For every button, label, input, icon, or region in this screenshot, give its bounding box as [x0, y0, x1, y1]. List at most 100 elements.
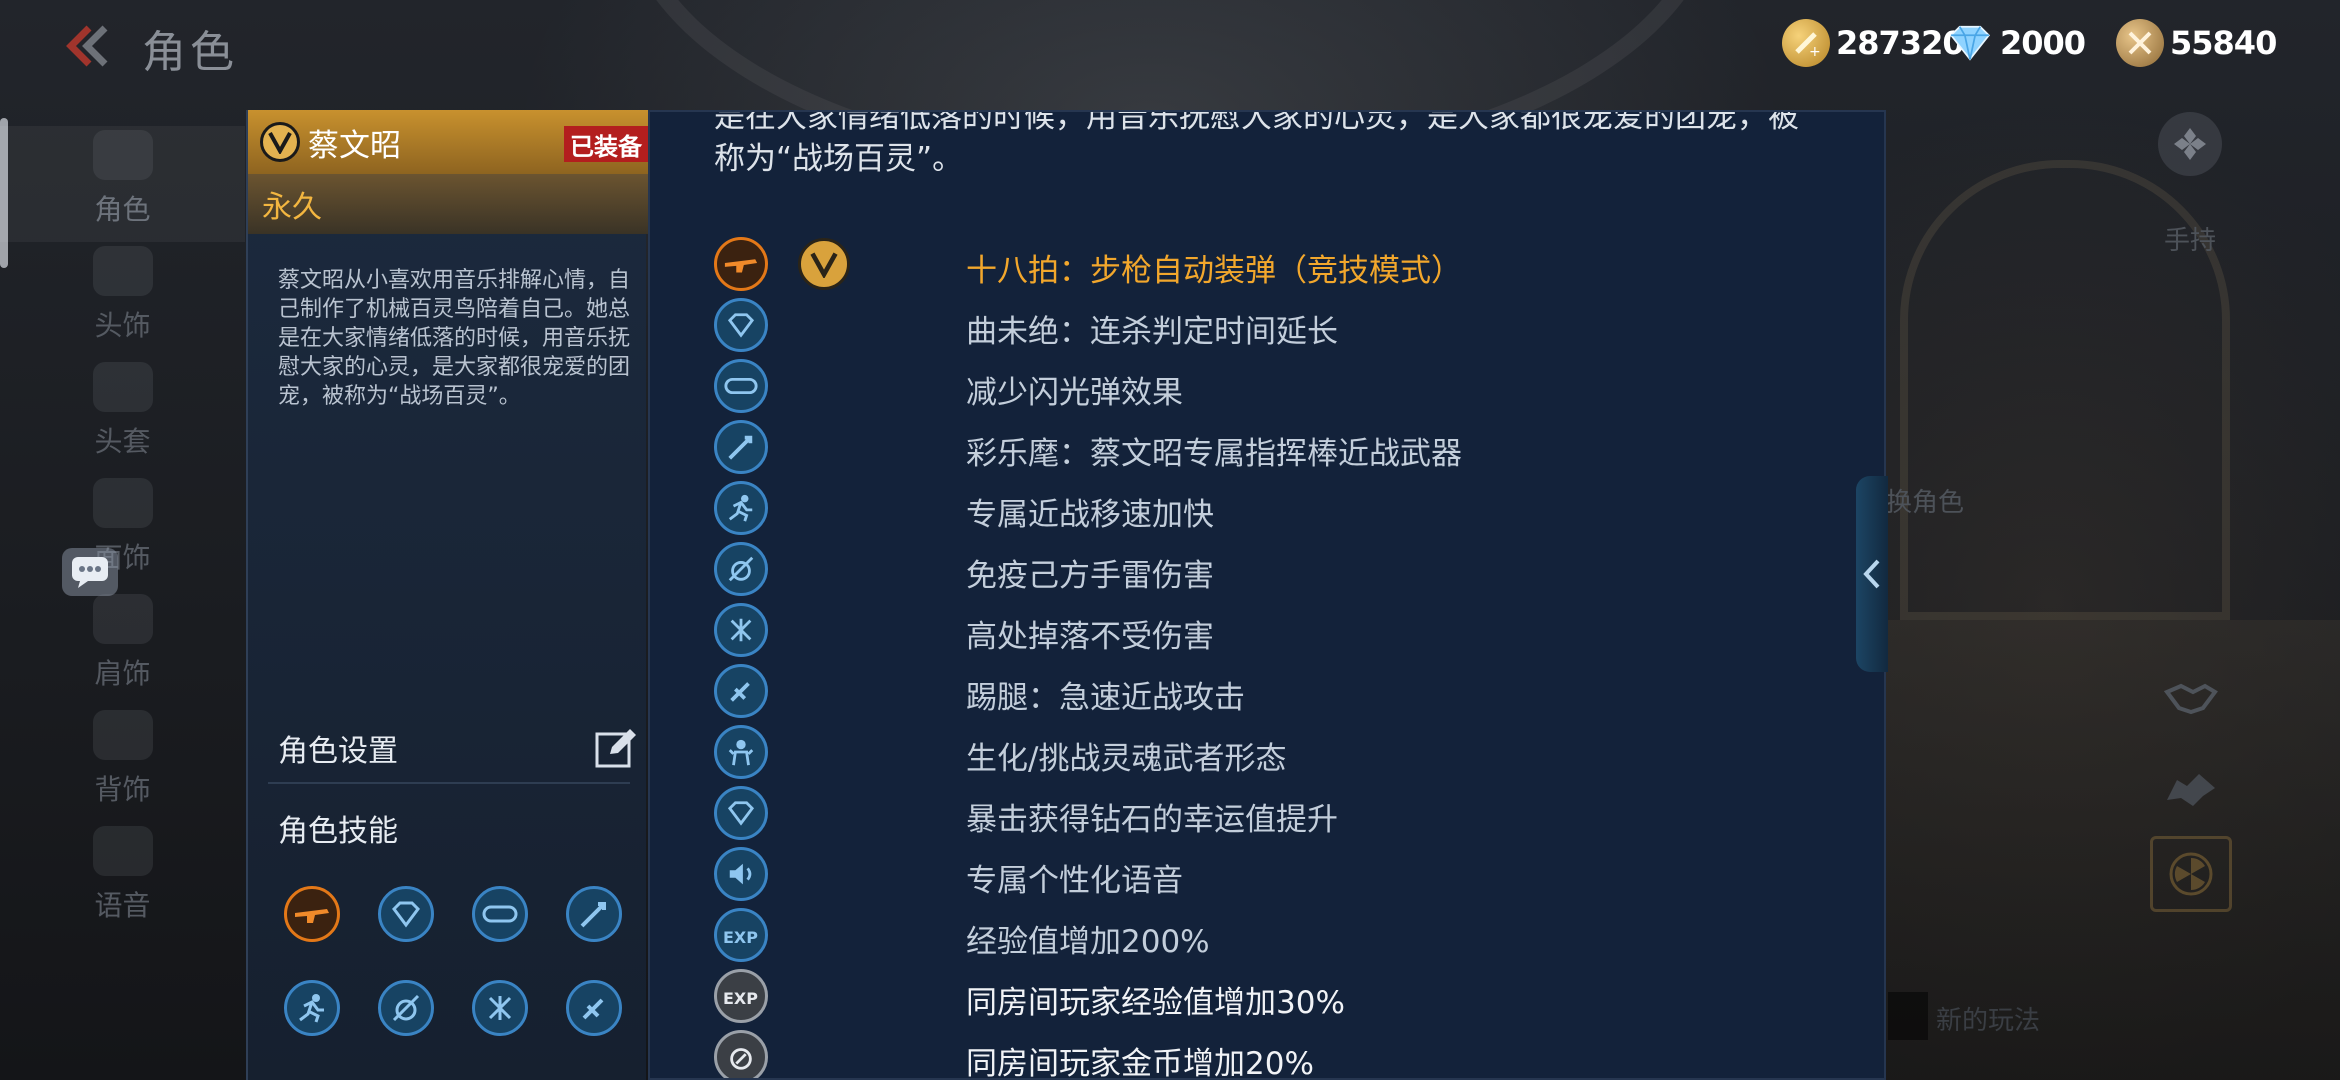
- diamond-icon: [1946, 19, 1994, 67]
- vip-v-icon: [798, 238, 850, 290]
- radiation-icon: [2169, 852, 2213, 896]
- gold-coin-icon: +: [1782, 19, 1830, 67]
- no-grenade-icon: [714, 542, 768, 596]
- shoulder-icon: [92, 594, 153, 644]
- skill-label: 同房间玩家金币增加20%: [966, 1046, 1314, 1080]
- gold-currency[interactable]: + 287320: [1782, 18, 1965, 68]
- skill-row: 生化/挑战灵魂武者形态: [714, 722, 1814, 782]
- gold-value: 287320: [1836, 24, 1965, 62]
- backpack-icon: [92, 710, 153, 760]
- spirit-warrior-icon: [714, 725, 768, 779]
- exp-icon: EXP: [714, 908, 768, 962]
- divider: [268, 782, 630, 784]
- skill-row: EXP 经验值增加200%: [714, 905, 1814, 965]
- nav-item-headgear[interactable]: 头套: [0, 358, 245, 474]
- nav-item-role[interactable]: 角色: [0, 126, 245, 242]
- svg-text:EXP: EXP: [723, 989, 758, 1008]
- main-description: 是在大家情绪低落的时候，用音乐抚慰大家的心灵，是大家都很宠爱的团宠，被称为“战场…: [714, 110, 1799, 177]
- skill-row: 免疫己方手雷伤害: [714, 539, 1814, 599]
- baton-icon: [714, 420, 768, 474]
- switch-role-label: 换角色: [1886, 488, 1965, 518]
- room-exp-icon: EXP: [714, 969, 768, 1023]
- skill-row: 专属近战移速加快: [714, 478, 1814, 538]
- nav-item-back[interactable]: 背饰: [0, 706, 245, 822]
- skills-detail-panel: 是在大家情绪低落的时候，用音乐抚慰大家的心灵，是大家都很宠爱的团宠，被称为“战场…: [648, 110, 1886, 1080]
- double-chevron-left-icon: [66, 25, 108, 67]
- skill-label: 同房间玩家经验值增加30%: [966, 985, 1345, 1021]
- bottom-dim-block: [1888, 992, 1928, 1040]
- nav-label: 头饰: [94, 309, 151, 342]
- edit-icon[interactable]: [594, 726, 638, 770]
- nav-label: 背饰: [94, 773, 151, 806]
- diamond-currency[interactable]: 2000: [1946, 18, 2086, 68]
- skill-row: 踢腿：急速近战攻击: [714, 661, 1814, 721]
- svg-text:+: +: [1809, 44, 1821, 60]
- nav-label: 角色: [94, 193, 151, 226]
- kick-icon: [714, 664, 768, 718]
- skill-row: 彩乐麾：蔡文昭专属指挥棒近战武器: [714, 417, 1814, 477]
- role-settings-row[interactable]: 角色设置: [278, 718, 638, 778]
- radiation-button[interactable]: [2150, 836, 2232, 912]
- skill-row: 曲未绝：连杀判定时间延长: [714, 295, 1814, 355]
- chat-bubble-icon: [72, 557, 108, 588]
- baton-icon[interactable]: [566, 886, 622, 942]
- nav-item-shoulder[interactable]: 肩饰: [0, 590, 245, 706]
- goggles-icon: [714, 359, 768, 413]
- diamond-sparkle-icon: [714, 298, 768, 352]
- skill-label: 专属个性化语音: [966, 863, 1183, 899]
- no-grenade-icon[interactable]: [378, 980, 434, 1036]
- skill-label: 彩乐麾：蔡文昭专属指挥棒近战武器: [966, 436, 1462, 472]
- page-title: 角色: [142, 27, 238, 78]
- headwear-icon: [92, 246, 153, 296]
- face-icon: [92, 478, 153, 528]
- skill-label: 生化/挑战灵魂武者形态: [966, 741, 1287, 777]
- nav-label: 头套: [94, 425, 151, 458]
- diamond-luck-icon: [714, 786, 768, 840]
- handshake-button[interactable]: [2150, 662, 2232, 738]
- gamepad-button[interactable]: [2158, 112, 2222, 176]
- skill-row: 同房间玩家金币增加20%: [714, 1027, 1814, 1080]
- mode-label: 新的玩法: [1936, 1006, 2041, 1036]
- room-gold-icon: [714, 1030, 768, 1078]
- diamond-sparkle-icon[interactable]: [378, 886, 434, 942]
- wolf-icon: [2167, 774, 2215, 806]
- collapse-panel-tab[interactable]: [1856, 476, 1888, 672]
- running-icon[interactable]: [284, 980, 340, 1036]
- skill-row: 十八拍：步枪自动装弹（竞技模式）: [714, 234, 1814, 294]
- rifle-icon[interactable]: [284, 886, 340, 942]
- nav-item-face[interactable]: 面饰: [0, 474, 245, 590]
- headgear-icon: [92, 362, 153, 412]
- honor-value: 55840: [2170, 24, 2277, 62]
- back-button[interactable]: [52, 18, 122, 74]
- character-info-panel: 蔡文昭 已装备 永久 蔡文昭从小喜欢用音乐排解心情，自己制作了机械百灵鸟陪着自己…: [246, 110, 648, 1080]
- role-skills-row: 角色技能: [278, 798, 638, 858]
- chat-button[interactable]: [62, 548, 118, 596]
- nav-label: 肩饰: [94, 657, 151, 690]
- character-name-header: 蔡文昭 已装备: [248, 110, 648, 174]
- kick-icon[interactable]: [566, 980, 622, 1036]
- category-nav: 角色 头饰 头套 面饰 肩饰 背饰 语音: [0, 110, 245, 990]
- honor-currency[interactable]: 55840: [2116, 18, 2277, 68]
- skill-label: 免疫己方手雷伤害: [966, 558, 1214, 594]
- fall-immune-icon: [714, 603, 768, 657]
- nav-item-voice[interactable]: 语音: [0, 822, 245, 938]
- skill-row: EXP 同房间玩家经验值增加30%: [714, 966, 1814, 1026]
- equipped-badge: 已装备: [564, 126, 648, 162]
- character-name: 蔡文昭: [308, 127, 401, 164]
- svg-text:EXP: EXP: [723, 928, 758, 947]
- voice-icon: [714, 847, 768, 901]
- nav-item-headwear[interactable]: 头饰: [0, 242, 245, 358]
- goggles-icon[interactable]: [472, 886, 528, 942]
- skill-row: 高处掉落不受伤害: [714, 600, 1814, 660]
- duration-row: 永久: [248, 174, 648, 234]
- voice-nav-icon: [92, 826, 153, 876]
- hold-label: 手持: [2164, 226, 2217, 256]
- crossed-swords-coin-icon: [2116, 19, 2164, 67]
- skill-label: 减少闪光弹效果: [966, 375, 1183, 411]
- skill-label: 曲未绝：连杀判定时间延长: [966, 314, 1338, 350]
- role-skills-label: 角色技能: [278, 814, 398, 849]
- fall-immune-icon[interactable]: [472, 980, 528, 1036]
- skill-label: 暴击获得钻石的幸运值提升: [966, 802, 1338, 838]
- wolf-button[interactable]: [2150, 752, 2232, 828]
- diamond-value: 2000: [2000, 24, 2086, 62]
